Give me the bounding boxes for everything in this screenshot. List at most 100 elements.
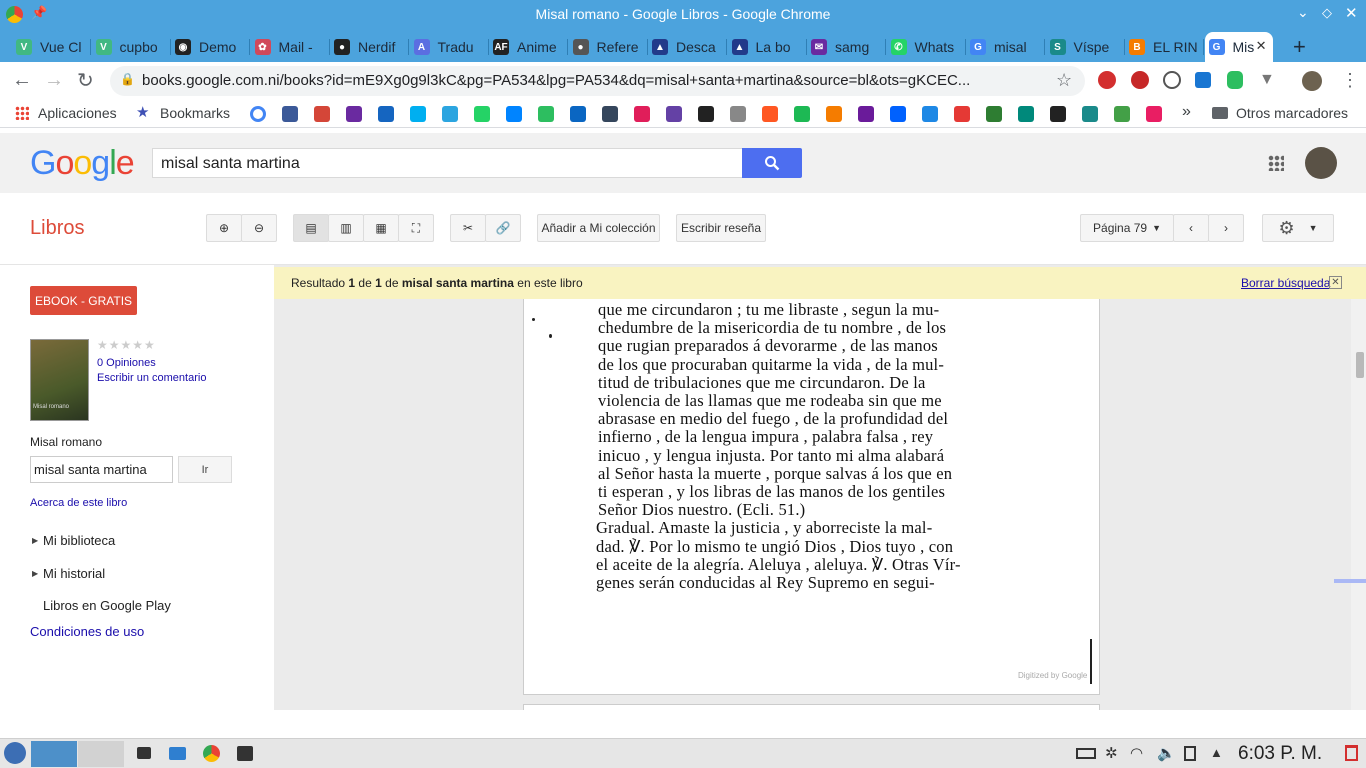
bookmark-star-icon[interactable]: ☆ (1056, 70, 1072, 91)
fullscreen-button[interactable]: ⛶ (398, 214, 434, 242)
google-apps-icon[interactable] (1268, 155, 1284, 171)
minimize-icon[interactable]: ⌄ (1297, 4, 1309, 21)
write-comment-link[interactable]: Escribir un comentario (97, 372, 206, 384)
terms-link[interactable]: Condiciones de uso (30, 624, 144, 639)
bookmark-favicon-icon[interactable] (890, 106, 906, 122)
opinions-link[interactable]: 0 Opiniones (97, 357, 156, 369)
search-input[interactable]: misal santa martina (152, 148, 743, 178)
tab-5[interactable]: A Tradu (410, 32, 489, 62)
bookmark-favicon-icon[interactable] (666, 106, 682, 122)
clear-search-link[interactable]: Borrar búsqueda (1241, 276, 1330, 290)
files-icon[interactable] (169, 747, 186, 760)
bookmark-favicon-icon[interactable] (1146, 106, 1162, 122)
bookmark-other[interactable]: Otros marcadores (1236, 105, 1348, 121)
page-scrollbar[interactable] (1334, 299, 1366, 710)
bookmark-favicon-icon[interactable] (1082, 106, 1098, 122)
clip-button[interactable]: ✂ (450, 214, 486, 242)
bookmark-favicon-icon[interactable] (538, 106, 554, 122)
workspace-2[interactable] (78, 741, 124, 767)
tab-4[interactable]: ● Nerdif (330, 32, 409, 62)
close-icon[interactable]: ✕ (1329, 276, 1342, 289)
write-review-button[interactable]: Escribir reseña (676, 214, 766, 242)
address-bar[interactable]: 🔒 books.google.com.ni/books?id=mE9Xg0g9l… (110, 66, 1085, 96)
tab-0[interactable]: V Vue Cl (12, 32, 91, 62)
bookmark-favicon-icon[interactable] (506, 106, 522, 122)
link-button[interactable]: 🔗 (485, 214, 521, 242)
bookmarks-more[interactable]: » (1182, 103, 1191, 121)
fedora-menu-icon[interactable] (4, 742, 26, 764)
bookmark-favicon-icon[interactable] (1018, 106, 1034, 122)
profile-avatar[interactable] (1302, 71, 1322, 91)
previous-page-button[interactable]: ‹ (1173, 214, 1209, 242)
forward-button[interactable]: → (44, 69, 64, 92)
volume-icon[interactable]: 🔈 (1157, 744, 1176, 762)
bookmark-favicon-icon[interactable] (570, 106, 586, 122)
bookmark-favicon-icon[interactable] (922, 106, 938, 122)
dropbox-icon[interactable]: ✲ (1105, 744, 1118, 762)
my-history-link[interactable]: Mi historial (43, 566, 105, 581)
vue-devtools-icon[interactable]: ▼ (1259, 71, 1275, 89)
tab-13[interactable]: S Víspe (1046, 32, 1125, 62)
google-play-link[interactable]: Libros en Google Play (43, 598, 171, 613)
tab-12[interactable]: Gmisal (966, 32, 1045, 62)
tab-close-icon[interactable]: ✕ (1256, 38, 1267, 54)
adblock-icon[interactable] (1098, 71, 1116, 89)
single-page-view-button[interactable]: ▤ (293, 214, 329, 242)
tab-9[interactable]: ▲ La bo (728, 32, 807, 62)
two-page-view-button[interactable]: ▥ (328, 214, 364, 242)
bookmark-favicon-icon[interactable] (858, 106, 874, 122)
tab-8[interactable]: ▲ Desca (648, 32, 727, 62)
bookmark-bookmarks[interactable]: Bookmarks (160, 105, 230, 121)
bookmark-favicon-icon[interactable] (826, 106, 842, 122)
thumbnail-view-button[interactable]: ▦ (363, 214, 399, 242)
chrome-taskbar-icon[interactable] (203, 745, 220, 762)
wifi-icon[interactable]: ◠ (1130, 744, 1143, 762)
maximize-icon[interactable]: ◇ (1322, 5, 1332, 21)
bookmark-favicon-icon[interactable] (602, 106, 618, 122)
libros-brand[interactable]: Libros (30, 217, 84, 240)
evernote-ext-icon[interactable] (1227, 71, 1243, 89)
bookmark-favicon-icon[interactable] (1114, 106, 1130, 122)
tab-7[interactable]: ● Refere (569, 32, 648, 62)
bookmark-favicon-icon[interactable] (794, 106, 810, 122)
back-button[interactable]: ← (12, 69, 32, 92)
tab-14[interactable]: B EL RIN (1125, 32, 1204, 62)
bookmark-favicon-icon[interactable] (378, 106, 394, 122)
tab-3[interactable]: ✿ Mail - (251, 32, 330, 62)
abp-icon[interactable] (1131, 71, 1149, 89)
bookmark-favicon-icon[interactable] (314, 106, 330, 122)
tray-up-icon[interactable]: ▲ (1210, 745, 1223, 760)
bookmark-favicon-icon[interactable] (410, 106, 426, 122)
bookmark-favicon-icon[interactable] (442, 106, 458, 122)
tab-2[interactable]: ◉ Demo (171, 32, 250, 62)
in-book-search-go-button[interactable]: Ir (178, 456, 232, 483)
tab-15[interactable]: G Mis ✕ (1204, 32, 1273, 62)
zoom-in-button[interactable]: ⊕ (206, 214, 242, 242)
clipboard-icon[interactable] (1184, 746, 1196, 761)
clock[interactable]: 6:03 P. M. (1238, 743, 1322, 765)
skype-ext-icon[interactable] (1195, 72, 1211, 88)
bookmark-favicon-icon[interactable] (1050, 106, 1066, 122)
bookmark-favicon-icon[interactable] (698, 106, 714, 122)
workspace-1[interactable] (31, 741, 77, 767)
account-avatar[interactable] (1305, 147, 1337, 179)
settings-button[interactable]: ⚙ ▼ (1262, 214, 1334, 242)
trash-icon[interactable] (1345, 745, 1358, 761)
ebook-free-button[interactable]: EBOOK - GRATIS (30, 286, 137, 315)
bookmark-favicon-icon[interactable] (474, 106, 490, 122)
bookmark-favicon-icon[interactable] (282, 106, 298, 122)
bookmark-favicon-icon[interactable] (346, 106, 362, 122)
zoom-out-button[interactable]: ⊖ (241, 214, 277, 242)
terminal-icon[interactable] (237, 746, 253, 761)
new-tab-button[interactable]: + (1293, 34, 1306, 60)
grammar-icon[interactable] (1163, 71, 1181, 89)
bookmark-favicon-icon[interactable] (250, 106, 266, 122)
rating-stars[interactable]: ★★★★★ (97, 338, 156, 352)
menu-kebab-icon[interactable]: ⋮ (1341, 70, 1359, 91)
google-logo[interactable]: Google (30, 144, 135, 183)
my-library-link[interactable]: Mi biblioteca (43, 533, 115, 548)
bookmark-favicon-icon[interactable] (762, 106, 778, 122)
close-window-icon[interactable]: ✕ (1345, 4, 1358, 22)
search-button[interactable] (742, 148, 802, 178)
bookmark-apps[interactable]: Aplicaciones (38, 105, 117, 121)
